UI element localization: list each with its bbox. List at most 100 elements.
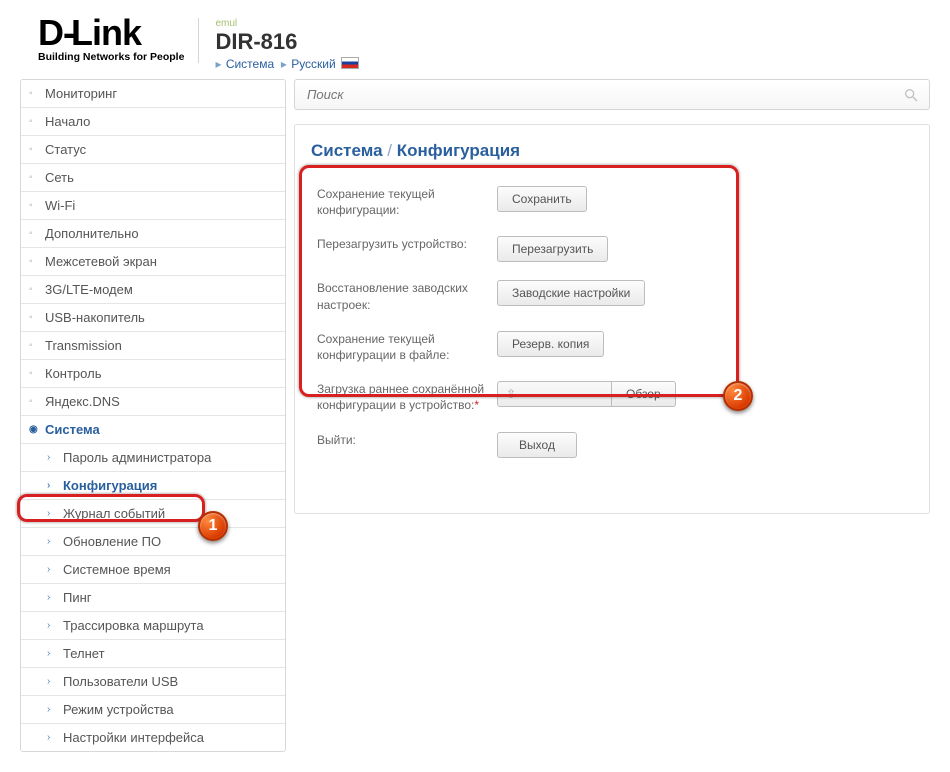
model-name: DIR-816 — [215, 29, 359, 55]
required-asterisk: * — [474, 398, 479, 412]
sidebar-sub-usb-users[interactable]: ›Пользователи USB — [21, 668, 285, 696]
sidebar-item-label: Transmission — [45, 338, 122, 353]
sidebar-item-label: 3G/LTE-модем — [45, 282, 133, 297]
header-right: emul DIR-816 ▸ Система ▸ Русский — [199, 18, 359, 71]
sidebar-sub-event-log[interactable]: ›Журнал событий — [21, 500, 285, 528]
sidebar-item-firewall[interactable]: ◦Межсетевой экран — [21, 248, 285, 276]
label-exit: Выйти: — [317, 432, 497, 448]
flag-russia-icon — [341, 57, 359, 69]
bullet-icon: ◦ — [29, 369, 43, 379]
main-menu: ◦Мониторинг ◦Начало ◦Статус ◦Сеть ◦Wi-Fi… — [20, 79, 286, 752]
chevron-right-icon: › — [47, 481, 61, 491]
sidebar-item-label: USB-накопитель — [45, 310, 145, 325]
main: Система / Конфигурация Сохранение текуще… — [294, 79, 930, 752]
breadcrumb-configuration: Конфигурация — [397, 141, 520, 160]
bullet-icon: ◦ — [29, 397, 43, 407]
chevron-right-icon: › — [47, 537, 61, 547]
save-button[interactable]: Сохранить — [497, 186, 587, 212]
label-save-config: Сохранение текущей конфигурации: — [317, 186, 497, 218]
bullet-icon: ◦ — [29, 285, 43, 295]
sidebar-item-label: Межсетевой экран — [45, 254, 157, 269]
sidebar-item-wifi[interactable]: ◦Wi-Fi — [21, 192, 285, 220]
search-icon[interactable] — [903, 87, 919, 103]
file-path-field[interactable]: ⇧ — [497, 381, 612, 407]
sidebar-sub-system-time[interactable]: ›Системное время — [21, 556, 285, 584]
sidebar-sub-traceroute[interactable]: ›Трассировка маршрута — [21, 612, 285, 640]
chevron-right-icon: › — [47, 621, 61, 631]
sidebar-item-label: Сеть — [45, 170, 74, 185]
header-breadcrumb: ▸ Система ▸ Русский — [215, 57, 359, 71]
sidebar-sub-configuration[interactable]: ›Конфигурация — [21, 472, 285, 500]
sidebar-sub-admin-password[interactable]: ›Пароль администратора — [21, 444, 285, 472]
sidebar-item-label: Обновление ПО — [63, 534, 161, 549]
sidebar-item-control[interactable]: ◦Контроль — [21, 360, 285, 388]
chevron-right-icon: › — [47, 593, 61, 603]
sidebar-item-label: Телнет — [63, 646, 105, 661]
crumb-system[interactable]: Система — [226, 57, 274, 71]
brand-tagline: Building Networks for People — [38, 51, 184, 63]
sidebar-item-label: Пароль администратора — [63, 450, 211, 465]
bullet-icon: ◦ — [29, 341, 43, 351]
upload-icon: ⇧ — [506, 387, 516, 401]
brand-logo: D-Link — [38, 18, 184, 49]
logo-block: D-Link Building Networks for People — [38, 18, 199, 63]
sidebar-item-start[interactable]: ◦Начало — [21, 108, 285, 136]
bullet-icon: ◦ — [29, 89, 43, 99]
row-backup: Сохранение текущей конфигурации в файле:… — [311, 322, 913, 372]
sidebar-sub-ui-settings[interactable]: ›Настройки интерфейса — [21, 724, 285, 751]
sidebar-item-3glte[interactable]: ◦3G/LTE-модем — [21, 276, 285, 304]
label-restore-text: Загрузка раннее сохранённой конфигурации… — [317, 382, 484, 412]
sidebar-item-yandexdns[interactable]: ◦Яндекс.DNS — [21, 388, 285, 416]
sidebar-item-label: Статус — [45, 142, 86, 157]
sidebar-sub-device-mode[interactable]: ›Режим устройства — [21, 696, 285, 724]
sidebar-item-advanced[interactable]: ◦Дополнительно — [21, 220, 285, 248]
search-input[interactable] — [305, 86, 903, 103]
chevron-right-icon: › — [47, 509, 61, 519]
config-form: Сохранение текущей конфигурации: Сохрани… — [311, 171, 913, 473]
sidebar-item-label: Режим устройства — [63, 702, 174, 717]
bullet-icon: ◦ — [29, 173, 43, 183]
label-restore: Загрузка раннее сохранённой конфигурации… — [317, 381, 497, 413]
factory-reset-button[interactable]: Заводские настройки — [497, 280, 645, 306]
emul-label: emul — [215, 18, 359, 29]
browse-button[interactable]: Обзор — [612, 381, 676, 407]
sidebar-item-monitoring[interactable]: ◦Мониторинг — [21, 80, 285, 108]
file-picker: ⇧ Обзор — [497, 381, 676, 407]
row-reboot: Перезагрузить устройство: Перезагрузить — [311, 227, 913, 271]
sidebar-item-label: Контроль — [45, 366, 101, 381]
bullet-icon: ◦ — [29, 117, 43, 127]
sidebar-item-network[interactable]: ◦Сеть — [21, 164, 285, 192]
chevron-right-icon: › — [47, 677, 61, 687]
sidebar-item-label: Яндекс.DNS — [45, 394, 120, 409]
backup-button[interactable]: Резерв. копия — [497, 331, 604, 357]
crumb-language[interactable]: Русский — [291, 57, 336, 71]
label-factory: Восстановление заводских настроек: — [317, 280, 497, 312]
sidebar-item-usb-storage[interactable]: ◦USB-накопитель — [21, 304, 285, 332]
sidebar-item-label: Пользователи USB — [63, 674, 178, 689]
sidebar-sub-ping[interactable]: ›Пинг — [21, 584, 285, 612]
bullet-icon: ◦ — [29, 201, 43, 211]
sidebar-item-label: Журнал событий — [63, 506, 165, 521]
sidebar-item-label: Wi-Fi — [45, 198, 75, 213]
chevron-right-icon: ▸ — [215, 57, 221, 71]
reboot-button[interactable]: Перезагрузить — [497, 236, 608, 262]
sidebar-item-system[interactable]: ◉Система — [21, 416, 285, 444]
sidebar-item-label: Мониторинг — [45, 86, 117, 101]
row-restore: Загрузка раннее сохранённой конфигурации… — [311, 372, 913, 422]
sidebar-sub-firmware-update[interactable]: ›Обновление ПО — [21, 528, 285, 556]
page-title: Система / Конфигурация — [311, 137, 913, 171]
logout-button[interactable]: Выход — [497, 432, 577, 458]
breadcrumb-system[interactable]: Система — [311, 141, 383, 160]
sidebar-item-label: Настройки интерфейса — [63, 730, 204, 745]
sidebar-item-label: Система — [45, 422, 100, 437]
sidebar-item-status[interactable]: ◦Статус — [21, 136, 285, 164]
bullet-icon: ◦ — [29, 229, 43, 239]
sidebar-item-label: Конфигурация — [63, 478, 157, 493]
sidebar-item-label: Пинг — [63, 590, 92, 605]
sidebar-sub-telnet[interactable]: ›Телнет — [21, 640, 285, 668]
chevron-right-icon: › — [47, 453, 61, 463]
bullet-icon: ◦ — [29, 257, 43, 267]
sidebar-item-transmission[interactable]: ◦Transmission — [21, 332, 285, 360]
bullet-icon: ◦ — [29, 145, 43, 155]
content-panel: Система / Конфигурация Сохранение текуще… — [294, 124, 930, 514]
